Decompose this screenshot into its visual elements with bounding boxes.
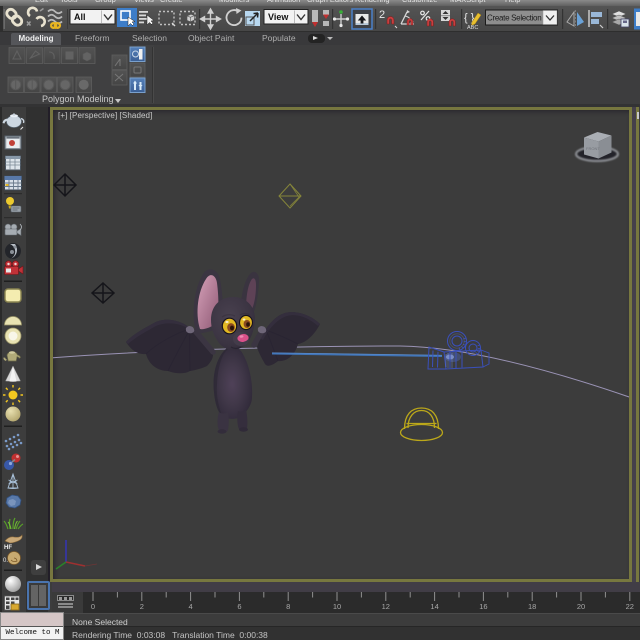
svg-text:18: 18 <box>528 602 536 611</box>
svg-text:6: 6 <box>237 602 241 611</box>
svg-text:20: 20 <box>577 602 585 611</box>
svg-text:HF: HF <box>4 545 12 551</box>
svg-text:10: 10 <box>333 602 341 611</box>
svg-text:12: 12 <box>382 602 390 611</box>
svg-text:FRONT: FRONT <box>586 146 600 151</box>
svg-text:2: 2 <box>140 602 144 611</box>
svg-text:0: 0 <box>91 602 95 611</box>
svg-text:ABC: ABC <box>467 25 478 31</box>
svg-text:8: 8 <box>286 602 290 611</box>
svg-text:2: 2 <box>379 9 385 21</box>
svg-text:14: 14 <box>430 602 438 611</box>
svg-text:16: 16 <box>479 602 487 611</box>
svg-text:0.: 0. <box>3 558 8 564</box>
svg-text:4: 4 <box>189 602 193 611</box>
svg-text:All: All <box>74 12 86 22</box>
svg-text:View: View <box>268 12 289 22</box>
svg-text:22: 22 <box>626 602 634 611</box>
